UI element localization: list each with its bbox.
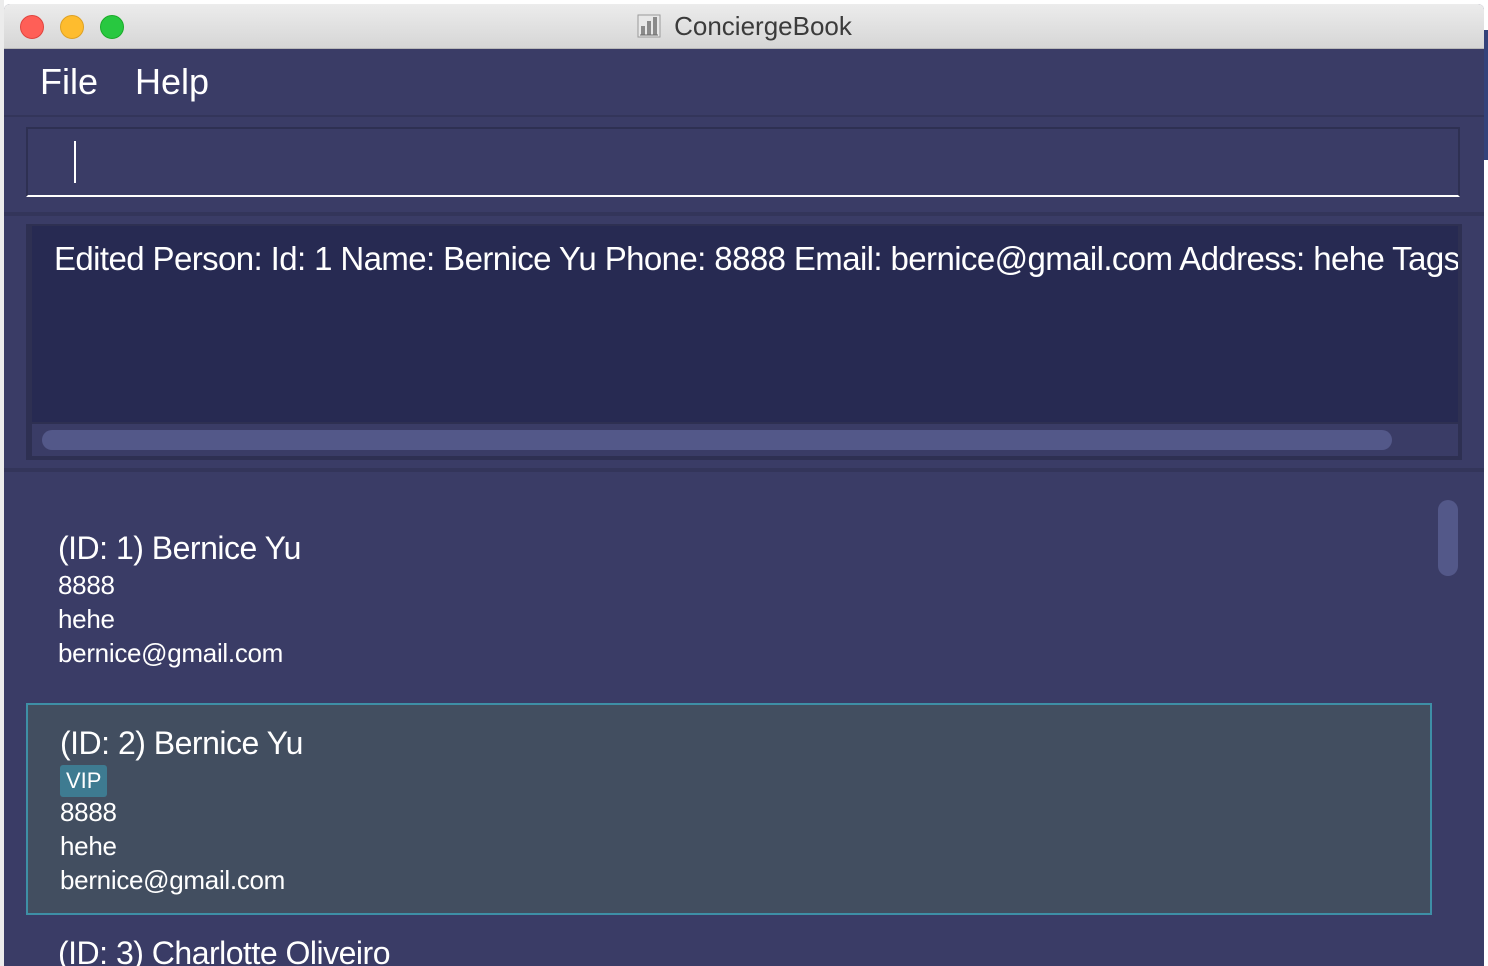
person-name: (ID: 3) Charlotte Oliveiro — [58, 935, 390, 966]
person-email: bernice@gmail.com — [60, 865, 286, 895]
title-bar[interactable]: ConciergeBook — [4, 4, 1484, 49]
person-list-scroll-thumb[interactable] — [1438, 500, 1458, 576]
command-box-section — [4, 117, 1484, 212]
result-message: Edited Person: Id: 1 Name: Bernice Yu Ph… — [54, 240, 1458, 277]
app-window: ConciergeBook File Help Edited Person: I… — [4, 4, 1484, 966]
tag-badge: VIP — [60, 765, 108, 797]
person-address: hehe — [60, 831, 117, 861]
result-display[interactable]: Edited Person: Id: 1 Name: Bernice Yu Ph… — [32, 226, 1458, 422]
person-list-vertical-scrollbar[interactable] — [1434, 472, 1484, 966]
desktop-background-window-edge — [1484, 30, 1488, 160]
person-card-selected[interactable]: (ID: 2) Bernice Yu VIP 8888 hehe bernice… — [26, 703, 1432, 915]
person-address: hehe — [58, 604, 115, 634]
menu-bar: File Help — [4, 49, 1484, 117]
command-input[interactable] — [28, 129, 1458, 195]
person-phone: 8888 — [60, 797, 117, 827]
person-list[interactable]: (ID: 1) Bernice Yu 8888 hehe bernice@gma… — [26, 472, 1434, 966]
result-horizontal-scrollbar[interactable] — [32, 424, 1458, 456]
text-caret — [74, 141, 76, 183]
person-card[interactable]: (ID: 3) Charlotte Oliveiro — [26, 919, 1432, 966]
person-phone: 8888 — [58, 570, 115, 600]
building-icon — [636, 13, 662, 39]
result-display-frame: Edited Person: Id: 1 Name: Bernice Yu Ph… — [26, 224, 1462, 460]
person-name: (ID: 2) Bernice Yu — [60, 725, 303, 761]
window-title: ConciergeBook — [674, 10, 852, 41]
person-name: (ID: 1) Bernice Yu — [58, 530, 301, 566]
window-title-group: ConciergeBook — [4, 4, 1484, 48]
person-card[interactable]: (ID: 1) Bernice Yu 8888 hehe bernice@gma… — [26, 500, 1432, 700]
person-email: bernice@gmail.com — [58, 638, 284, 668]
result-display-section: Edited Person: Id: 1 Name: Bernice Yu Ph… — [4, 216, 1484, 468]
menu-file[interactable]: File — [40, 61, 98, 103]
menu-help[interactable]: Help — [135, 61, 209, 103]
result-scroll-thumb[interactable] — [42, 430, 1392, 450]
command-box[interactable] — [26, 127, 1460, 197]
person-list-section: (ID: 1) Bernice Yu 8888 hehe bernice@gma… — [4, 472, 1484, 966]
